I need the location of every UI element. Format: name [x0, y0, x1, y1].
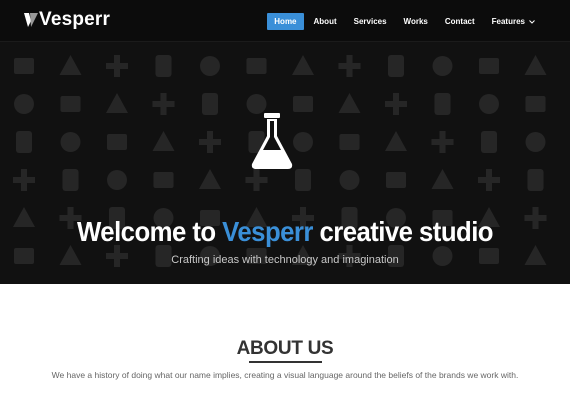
chevron-down-icon	[529, 19, 535, 24]
camera-icon	[478, 169, 500, 191]
arrow-down-icon	[199, 169, 221, 189]
play-icon	[152, 131, 175, 151]
nav-item-label: Home	[274, 17, 297, 26]
hero-section: Welcome to Vesperr creative studio Craft…	[0, 42, 570, 284]
browser-icon	[434, 93, 451, 115]
gear-icon	[295, 169, 311, 191]
instagram-icon	[246, 94, 267, 114]
cocktail-icon	[339, 134, 360, 150]
tv-icon	[385, 93, 407, 115]
cloud-upload-icon	[527, 169, 544, 191]
hero-subtitle: Crafting ideas with technology and imagi…	[171, 254, 399, 266]
instagram-icon	[202, 93, 218, 115]
unlock-icon	[388, 55, 404, 77]
ticket-icon	[60, 132, 81, 152]
facebook-icon	[106, 55, 128, 77]
monitor-icon	[431, 131, 454, 153]
hero-title-accent: Vesperr	[222, 216, 313, 247]
film-icon	[293, 96, 313, 112]
cloud-upload-icon	[246, 58, 267, 74]
logo[interactable]: Vesperr	[24, 9, 110, 31]
hero-title-suffix: creative studio	[312, 216, 493, 247]
nav-item-about[interactable]: About	[307, 13, 344, 30]
bag-icon	[479, 94, 499, 114]
nav-item-label: Features	[491, 17, 525, 26]
gear-icon	[14, 58, 34, 74]
camera-icon	[200, 56, 220, 76]
twitter-icon	[106, 93, 128, 113]
dribbble-icon	[152, 93, 175, 115]
icecream-icon	[481, 131, 497, 153]
facebook-icon	[14, 94, 34, 114]
gamepad-icon	[155, 55, 172, 77]
flask-icon	[251, 113, 293, 169]
nav-item-label: Works	[403, 17, 428, 26]
plus-icon	[13, 169, 35, 191]
hero-title: Welcome to Vesperr creative studio	[23, 216, 547, 248]
nav-item-home[interactable]: Home	[267, 13, 304, 30]
pill-icon	[524, 55, 547, 75]
hero-title-prefix: Welcome to	[76, 216, 223, 247]
navbar: Vesperr Home About Services Works Contac…	[0, 0, 570, 42]
star-icon	[107, 170, 127, 190]
film-icon	[338, 93, 361, 113]
nav-item-label: About	[313, 17, 337, 26]
about-title: ABOUT US	[236, 338, 334, 359]
tag-icon	[16, 131, 32, 153]
monitor-icon	[245, 169, 268, 191]
gamepad-icon	[431, 169, 454, 189]
nav-item-label: Contact	[444, 17, 475, 26]
cloud-download-icon	[292, 55, 314, 75]
cloud-icon	[338, 55, 361, 77]
nav-item-works[interactable]: Works	[397, 13, 435, 30]
ticket-icon	[107, 134, 127, 150]
about-text: We have a history of doing what our name…	[51, 370, 519, 380]
dropper-icon	[293, 132, 313, 152]
volume-icon	[199, 131, 221, 153]
about-title-underline	[249, 361, 322, 363]
nav-item-services[interactable]: Services	[347, 13, 394, 30]
gear-icon	[59, 55, 82, 75]
arrow-up-icon	[153, 172, 174, 188]
facebook-icon	[386, 172, 406, 188]
icecream-icon	[525, 132, 546, 152]
nav-item-features[interactable]: Features	[485, 13, 542, 30]
share-icon	[60, 96, 81, 112]
lock-icon	[479, 58, 499, 74]
nav-item-contact[interactable]: Contact	[438, 13, 482, 30]
unlock-icon	[432, 56, 453, 76]
logo-text: Vesperr	[39, 9, 111, 30]
logo-mark-icon	[24, 13, 38, 27]
gear-icon	[339, 170, 360, 190]
nav-item-label: Services	[353, 17, 387, 26]
cocktail-icon	[385, 131, 407, 151]
bag-icon	[525, 96, 546, 112]
main-nav: Home About Services Works Contact Featur…	[264, 13, 542, 30]
minus-icon	[62, 169, 79, 191]
